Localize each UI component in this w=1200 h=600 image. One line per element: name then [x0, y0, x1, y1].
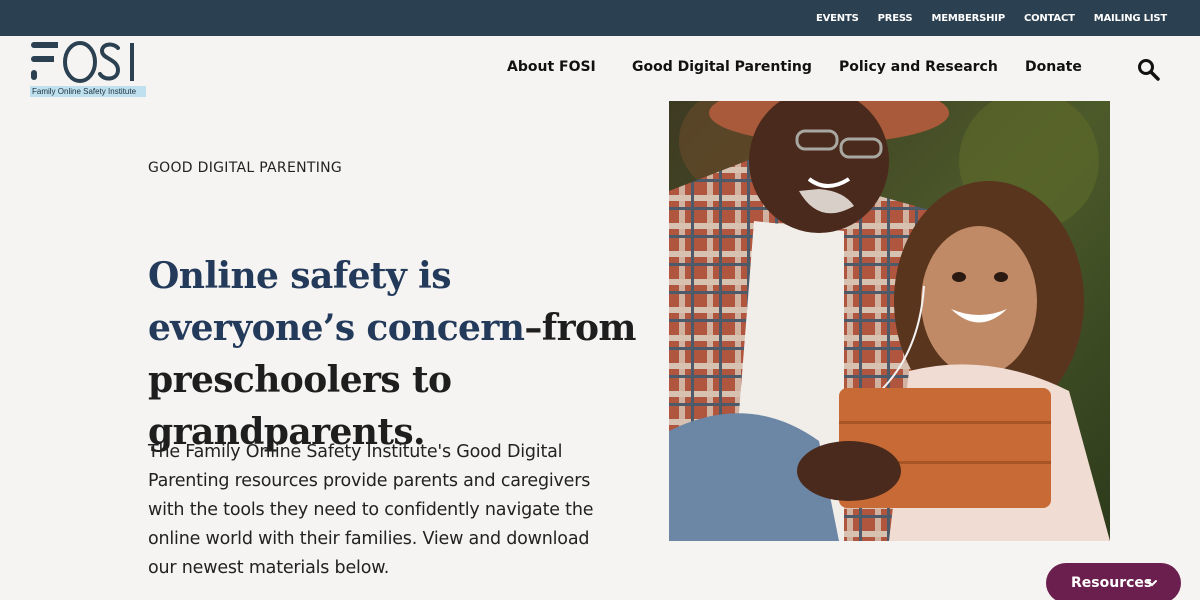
main-nav: About FOSI Good Digital Parenting Policy…	[0, 59, 1200, 77]
nav-donate[interactable]: Donate	[1025, 59, 1082, 75]
nav-about-fosi[interactable]: About FOSI	[507, 59, 596, 75]
page-headline: Online safety is everyone’s concern–from…	[148, 250, 648, 458]
chevron-down-icon	[1147, 580, 1157, 587]
section-eyebrow: GOOD DIGITAL PARENTING	[148, 160, 343, 176]
utility-link-membership[interactable]: MEMBERSHIP	[931, 13, 1005, 24]
headline-highlight: Online safety is everyone’s concern	[148, 255, 525, 349]
search-icon	[1138, 59, 1160, 81]
utility-link-mailing-list[interactable]: MAILING LIST	[1094, 13, 1167, 24]
resources-button[interactable]: Resources	[1046, 563, 1181, 600]
hero-photo	[669, 101, 1110, 541]
resources-label: Resources	[1071, 575, 1153, 591]
nav-policy-and-research[interactable]: Policy and Research	[839, 59, 998, 75]
utility-link-contact[interactable]: CONTACT	[1024, 13, 1075, 24]
search-button[interactable]	[1136, 57, 1162, 83]
intro-paragraph: The Family Online Safety Institute's Goo…	[148, 442, 594, 578]
nav-good-digital-parenting[interactable]: Good Digital Parenting	[632, 59, 812, 75]
top-utility-bar: EVENTS PRESS MEMBERSHIP CONTACT MAILING …	[0, 0, 1200, 36]
utility-link-press[interactable]: PRESS	[878, 13, 913, 24]
utility-nav: EVENTS PRESS MEMBERSHIP CONTACT MAILING …	[797, 0, 1167, 36]
utility-link-events[interactable]: EVENTS	[816, 13, 859, 24]
logo-tagline: Family Online Safety Institute	[30, 86, 146, 97]
grandfather-granddaughter-image	[669, 101, 1110, 541]
